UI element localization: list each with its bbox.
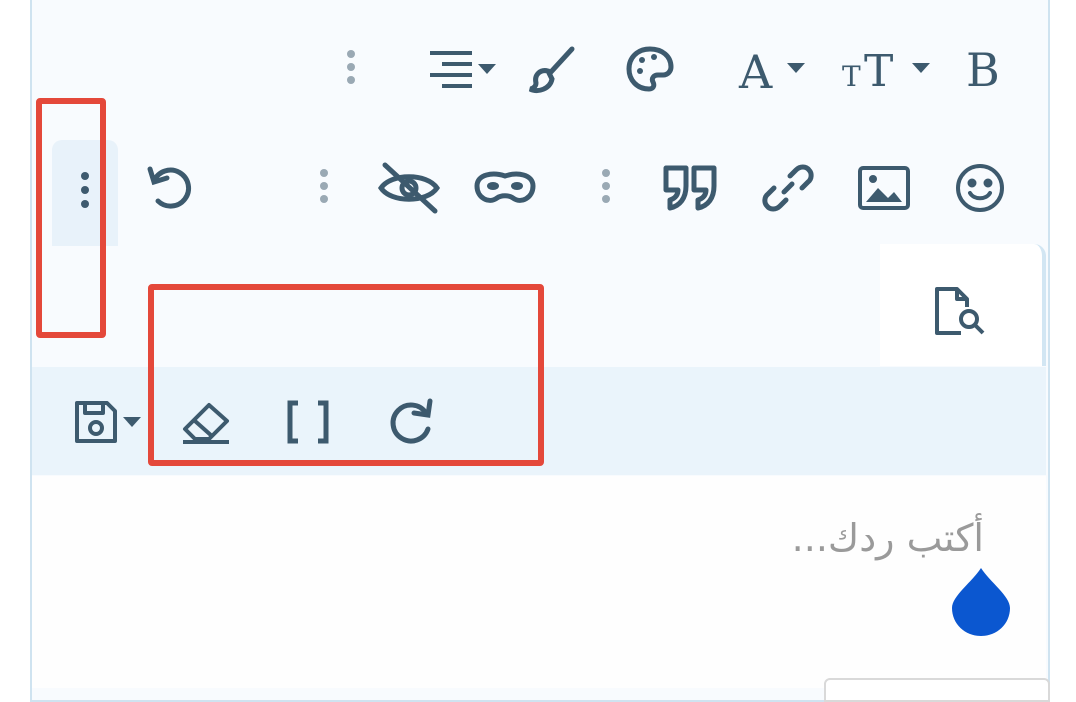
link-button[interactable]: [760, 160, 816, 216]
brush-button[interactable]: [524, 42, 580, 96]
bold-icon: B: [966, 46, 1000, 90]
align-button[interactable]: [420, 46, 504, 92]
drop-handle-icon: [952, 568, 1010, 636]
bold-button[interactable]: B: [958, 44, 1006, 92]
bottom-edge-tab: [824, 678, 1050, 702]
text-size-button[interactable]: TT: [836, 44, 936, 92]
quote-button[interactable]: [660, 160, 722, 214]
chevron-down-icon: [912, 63, 930, 73]
align-icon: [430, 51, 472, 88]
emoji-icon: [956, 164, 1004, 212]
image-icon: [858, 166, 910, 210]
more-vertical-icon[interactable]: [320, 164, 328, 208]
highlight-box-row3-tools: [148, 284, 544, 466]
text-size-icon: TT: [842, 46, 893, 90]
chevron-down-icon: [123, 417, 141, 427]
more-vertical-icon[interactable]: [347, 45, 355, 89]
brush-icon: [528, 46, 575, 94]
font-color-button[interactable]: A: [728, 44, 814, 92]
hide-button[interactable]: [376, 160, 442, 216]
preview-button[interactable]: [930, 284, 990, 340]
highlight-box-more-options: [36, 98, 106, 338]
palette-icon: [626, 46, 674, 92]
hide-eye-icon: [377, 162, 441, 214]
emoji-button[interactable]: [952, 160, 1008, 216]
preview-icon: [935, 287, 985, 335]
link-icon: [762, 164, 814, 212]
undo-icon: [147, 166, 192, 209]
svg-text:T: T: [842, 60, 861, 90]
undo-button[interactable]: [142, 160, 198, 214]
svg-text:B: B: [966, 46, 1000, 90]
chevron-down-icon: [478, 64, 496, 74]
svg-text:T: T: [864, 46, 893, 90]
cursor-drop-handle[interactable]: [950, 566, 1012, 638]
quote-icon: [663, 165, 717, 211]
image-button[interactable]: [856, 164, 912, 212]
reply-textarea[interactable]: [32, 476, 1046, 688]
save-draft-icon: [75, 401, 117, 443]
spoiler-button[interactable]: [472, 166, 538, 210]
font-color-icon: A: [738, 46, 773, 90]
chevron-down-icon: [787, 63, 805, 73]
more-vertical-icon[interactable]: [602, 164, 610, 208]
reply-placeholder: أكتب ردك...: [791, 516, 984, 560]
spoiler-mask-icon: [474, 171, 536, 203]
palette-button[interactable]: [622, 44, 678, 94]
save-draft-button[interactable]: [64, 396, 150, 448]
svg-text:A: A: [738, 46, 773, 90]
